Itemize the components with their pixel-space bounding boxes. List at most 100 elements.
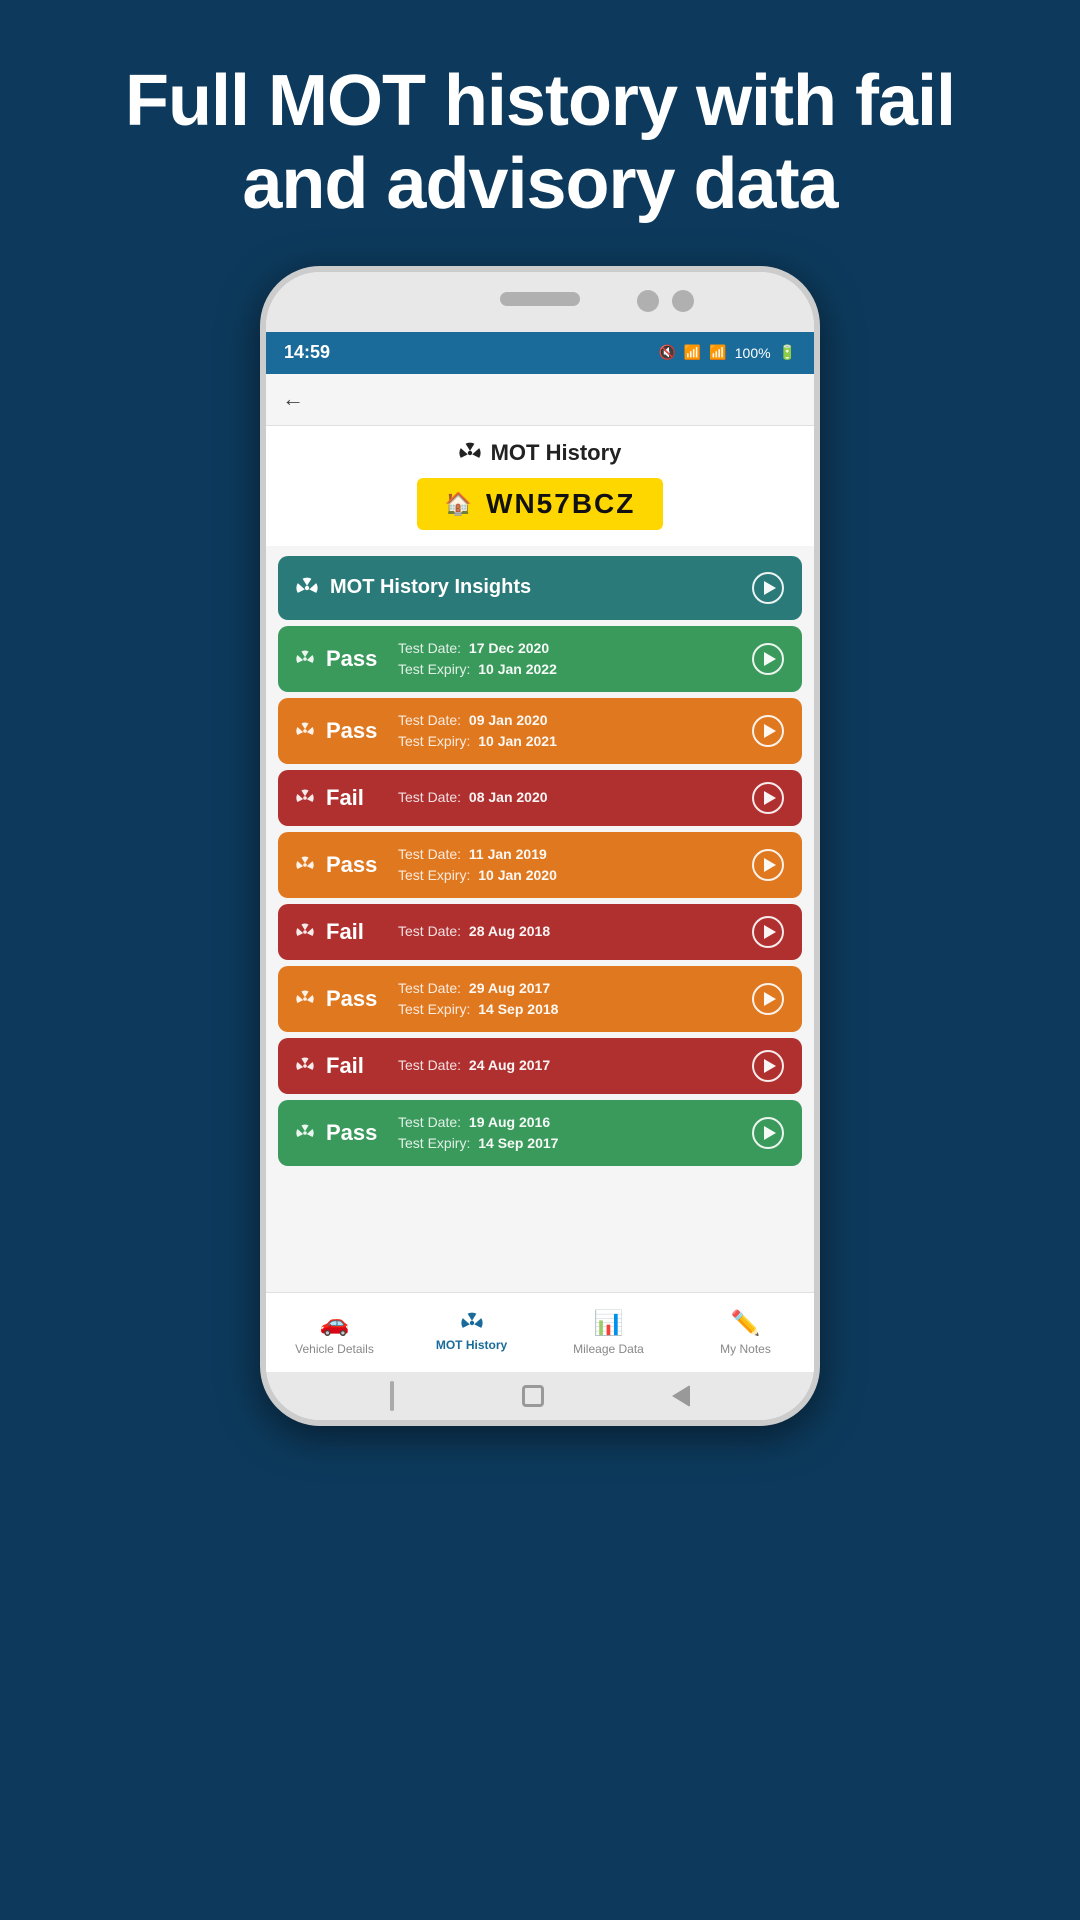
back-button[interactable]: ← (282, 386, 304, 412)
mot-row-5[interactable]: Pass Test Date: 29 Aug 2017Test Expiry: … (278, 966, 802, 1032)
expiry-label-7: Test Expiry: (398, 1133, 474, 1154)
test-date-val-3: 11 Jan 2019 (469, 844, 547, 865)
screen-title: MOT History (459, 440, 622, 466)
mot-nav-label: MOT History (436, 1338, 507, 1352)
mot-status-6: Fail (326, 1053, 386, 1079)
mot-dates-7: Test Date: 19 Aug 2016Test Expiry: 14 Se… (398, 1112, 558, 1154)
mot-nav-icon (461, 1312, 483, 1334)
mot-row-left-0: Pass Test Date: 17 Dec 2020Test Expiry: … (296, 638, 557, 680)
test-date-val-0: 17 Dec 2020 (469, 638, 549, 659)
play-triangle-2 (764, 791, 776, 805)
play-btn-1[interactable] (752, 715, 784, 747)
mot-dates-5: Test Date: 29 Aug 2017Test Expiry: 14 Se… (398, 978, 558, 1020)
play-triangle-3 (764, 858, 776, 872)
mot-rad-icon-4 (296, 923, 314, 941)
test-date-label-4: Test Date: (398, 921, 465, 942)
mot-row-7[interactable]: Pass Test Date: 19 Aug 2016Test Expiry: … (278, 1100, 802, 1166)
play-btn-3[interactable] (752, 849, 784, 881)
battery-icon: 🔋 (779, 344, 796, 361)
expiry-label-3: Test Expiry: (398, 865, 474, 886)
play-triangle-0 (764, 652, 776, 666)
mot-status-5: Pass (326, 986, 386, 1012)
test-date-val-7: 19 Aug 2016 (469, 1112, 550, 1133)
play-triangle-5 (764, 992, 776, 1006)
mot-status-4: Fail (326, 919, 386, 945)
hero-text: Full MOT history with fail and advisory … (0, 0, 1080, 266)
phone-back-btn (390, 1381, 394, 1411)
mot-row-left-5: Pass Test Date: 29 Aug 2017Test Expiry: … (296, 978, 558, 1020)
mot-dates-1: Test Date: 09 Jan 2020Test Expiry: 10 Ja… (398, 710, 557, 752)
play-triangle-6 (764, 1059, 776, 1073)
play-btn-7[interactable] (752, 1117, 784, 1149)
wifi-icon: 📶 (684, 344, 701, 361)
test-date-val-4: 28 Aug 2018 (469, 921, 550, 942)
test-date-label-3: Test Date: (398, 844, 465, 865)
play-btn-4[interactable] (752, 916, 784, 948)
insights-label: MOT History Insights (330, 576, 531, 599)
mot-row-left-2: Fail Test Date: 08 Jan 2020 (296, 785, 548, 811)
mot-rad-icon-2 (296, 789, 314, 807)
expiry-label-0: Test Expiry: (398, 659, 474, 680)
nav-item-mileage[interactable]: 📊 Mileage Data (540, 1309, 677, 1356)
phone-home-btn (522, 1385, 544, 1407)
test-date-label-6: Test Date: (398, 1055, 465, 1076)
expiry-val-0: 10 Jan 2022 (478, 659, 557, 680)
mot-row-left-4: Fail Test Date: 28 Aug 2018 (296, 919, 550, 945)
expiry-label-5: Test Expiry: (398, 999, 474, 1020)
status-icons: 🔇 📶 📶 100% 🔋 (658, 344, 796, 361)
mot-row-6[interactable]: Fail Test Date: 24 Aug 2017 (278, 1038, 802, 1094)
insights-play-triangle (764, 581, 776, 595)
mot-status-3: Pass (326, 852, 386, 878)
mot-row-3[interactable]: Pass Test Date: 11 Jan 2019Test Expiry: … (278, 832, 802, 898)
test-date-label-2: Test Date: (398, 787, 465, 808)
mot-rad-icon-5 (296, 990, 314, 1008)
play-btn-2[interactable] (752, 782, 784, 814)
mileage-icon: 📊 (594, 1309, 624, 1338)
insights-card[interactable]: MOT History Insights (278, 556, 802, 620)
nav-item-notes[interactable]: ✏️ My Notes (677, 1309, 814, 1356)
insights-left: MOT History Insights (296, 576, 531, 599)
mot-row-1[interactable]: Pass Test Date: 09 Jan 2020Test Expiry: … (278, 698, 802, 764)
mot-row-left-3: Pass Test Date: 11 Jan 2019Test Expiry: … (296, 844, 557, 886)
mot-dates-3: Test Date: 11 Jan 2019Test Expiry: 10 Ja… (398, 844, 557, 886)
insights-play-btn[interactable] (752, 572, 784, 604)
mot-dates-4: Test Date: 28 Aug 2018 (398, 921, 550, 942)
mot-row-left-1: Pass Test Date: 09 Jan 2020Test Expiry: … (296, 710, 557, 752)
mot-row-4[interactable]: Fail Test Date: 28 Aug 2018 (278, 904, 802, 960)
mot-dates-6: Test Date: 24 Aug 2017 (398, 1055, 550, 1076)
mot-row-2[interactable]: Fail Test Date: 08 Jan 2020 (278, 770, 802, 826)
insights-radioactive-icon (296, 577, 318, 599)
play-btn-0[interactable] (752, 643, 784, 675)
test-date-label-0: Test Date: (398, 638, 465, 659)
mot-rad-icon-0 (296, 650, 314, 668)
phone-bottom (266, 1372, 814, 1420)
mot-status-1: Pass (326, 718, 386, 744)
mot-rad-icon-3 (296, 856, 314, 874)
mot-row-0[interactable]: Pass Test Date: 17 Dec 2020Test Expiry: … (278, 626, 802, 692)
plate-number: WN57BCZ (486, 488, 635, 520)
mot-rad-icon-1 (296, 722, 314, 740)
play-btn-6[interactable] (752, 1050, 784, 1082)
licence-plate: 🏠 WN57BCZ (417, 478, 664, 530)
screen-title-text: MOT History (491, 440, 622, 466)
nav-item-mot[interactable]: MOT History (403, 1312, 540, 1352)
expiry-val-1: 10 Jan 2021 (478, 731, 557, 752)
phone-camera (637, 290, 659, 312)
garage-icon: 🏠 (445, 491, 474, 517)
phone-speaker (500, 292, 580, 306)
notes-label: My Notes (720, 1342, 771, 1356)
play-btn-5[interactable] (752, 983, 784, 1015)
mileage-label: Mileage Data (573, 1342, 644, 1356)
screen: ← MOT History 🏠 WN57BCZ (266, 374, 814, 1372)
nav-item-vehicle[interactable]: 🚗 Vehicle Details (266, 1309, 403, 1356)
title-radioactive-icon (459, 442, 481, 464)
mot-status-2: Fail (326, 785, 386, 811)
mot-rad-icon-7 (296, 1124, 314, 1142)
status-bar: 14:59 🔇 📶 📶 100% 🔋 (266, 332, 814, 374)
test-date-val-5: 29 Aug 2017 (469, 978, 550, 999)
expiry-val-5: 14 Sep 2018 (478, 999, 558, 1020)
test-date-val-1: 09 Jan 2020 (469, 710, 548, 731)
vehicle-label: Vehicle Details (295, 1342, 374, 1356)
phone-camera2 (672, 290, 694, 312)
expiry-val-3: 10 Jan 2020 (478, 865, 557, 886)
